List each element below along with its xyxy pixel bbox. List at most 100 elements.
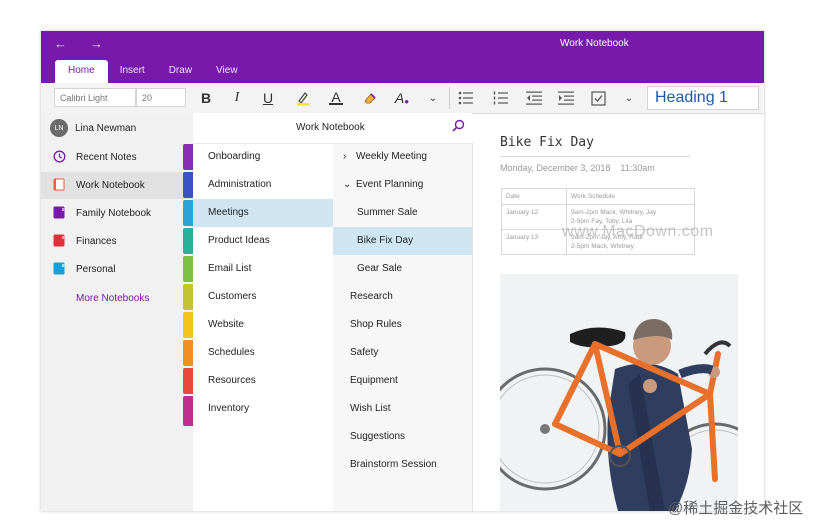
bike-photo[interactable] [500, 274, 738, 511]
chevron-down-icon[interactable]: ⌄ [422, 87, 444, 109]
page-item-summer-sale[interactable]: Summer Sale [333, 199, 472, 227]
italic-button[interactable]: I [226, 87, 248, 109]
page-item-research[interactable]: Research [333, 283, 472, 311]
page-date: Monday, December 3, 2018 [500, 163, 611, 173]
section-color-tab[interactable] [183, 200, 193, 226]
checkbox-tag-icon[interactable] [587, 87, 609, 109]
notebook-icon [51, 234, 67, 250]
user-row[interactable]: LN Lina Newman [41, 113, 193, 143]
font-size-field[interactable]: 20 [136, 88, 186, 107]
underline-button[interactable]: U [257, 87, 279, 109]
page-item-shop-rules[interactable]: Shop Rules [333, 311, 472, 339]
font-color-bar [329, 103, 343, 105]
increase-indent-icon[interactable] [555, 87, 577, 109]
section-item-schedules[interactable]: Schedules [193, 339, 333, 367]
notebook-pane-header: Work Notebook [193, 113, 472, 144]
tab-home[interactable]: Home [55, 60, 108, 83]
page-item-equipment[interactable]: Equipment [333, 367, 472, 395]
notebook-item-work-notebook[interactable]: Work Notebook [41, 172, 193, 199]
page-label: Event Planning [356, 179, 424, 190]
table-cell[interactable]: January 12 [501, 204, 567, 230]
page-item-safety[interactable]: Safety [333, 339, 472, 367]
tab-view[interactable]: View [204, 60, 250, 83]
tab-draw[interactable]: Draw [157, 60, 204, 83]
notebooks-pane: LN Lina Newman Recent Notes Work Noteboo… [41, 113, 193, 511]
title-underline [500, 156, 690, 157]
text-style-button[interactable]: A ● [391, 87, 413, 109]
onenote-window: ← → Work Notebook Home Insert Draw View … [41, 31, 764, 511]
corner-watermark: @稀土掘金技术社区 [668, 500, 804, 517]
section-item-email-list[interactable]: Email List [193, 255, 333, 283]
table-header: Work Schedule [566, 188, 695, 205]
page-item-weekly-meeting[interactable]: › Weekly Meeting [333, 143, 472, 171]
notebook-item-personal[interactable]: Personal [41, 256, 193, 283]
font-color-glyph: A [331, 89, 341, 105]
table-header-row: Date Work Schedule [501, 188, 695, 205]
notebook-label: Finances [76, 236, 117, 247]
notebook-item-family-notebook[interactable]: Family Notebook [41, 200, 193, 227]
section-color-tab[interactable] [183, 284, 193, 310]
section-color-tab[interactable] [183, 144, 193, 170]
page-item-event-planning[interactable]: ⌄ Event Planning [333, 171, 472, 199]
bold-button[interactable]: B [195, 87, 217, 109]
section-item-resources[interactable]: Resources [193, 367, 333, 395]
notebook-label: Recent Notes [76, 152, 137, 163]
cell-line: 2-5pm Mack, Whitney [571, 243, 634, 250]
page-item-suggestions[interactable]: Suggestions [333, 423, 472, 451]
notebook-pane-title: Work Notebook [296, 122, 365, 133]
window-title: Work Notebook [560, 38, 629, 49]
text-effect-icon: ● [404, 96, 410, 106]
style-selector[interactable]: Heading 1 [647, 86, 759, 110]
page-label: Weekly Meeting [356, 151, 427, 162]
table-cell[interactable]: January 13 [501, 229, 567, 255]
section-color-tab[interactable] [183, 256, 193, 282]
notebook-icon [51, 206, 67, 222]
table-header: Date [501, 188, 567, 205]
clock-icon [51, 150, 67, 166]
notebook-label: Work Notebook [76, 180, 145, 191]
notebook-label: Personal [76, 264, 116, 275]
section-color-tab[interactable] [183, 228, 193, 254]
search-icon[interactable] [452, 119, 465, 135]
section-item-customers[interactable]: Customers [193, 283, 333, 311]
chevron-down-icon[interactable]: ⌄ [343, 171, 356, 199]
section-item-onboarding[interactable]: Onboarding [193, 143, 333, 171]
section-item-administration[interactable]: Administration [193, 171, 333, 199]
section-color-tab[interactable] [183, 396, 193, 426]
page-item-gear-sale[interactable]: Gear Sale [333, 255, 472, 283]
page-item-brainstorm-session[interactable]: Brainstorm Session [333, 451, 472, 479]
page-datetime: Monday, December 3, 2018 11:30am [500, 163, 655, 173]
tab-insert[interactable]: Insert [108, 60, 157, 83]
section-color-tab[interactable] [183, 312, 193, 338]
section-color-tab[interactable] [183, 172, 193, 198]
notebook-item-finances[interactable]: Finances [41, 228, 193, 255]
section-color-tab[interactable] [183, 368, 193, 394]
user-name: Lina Newman [75, 122, 137, 134]
chevron-right-icon[interactable]: › [343, 143, 356, 171]
forward-arrow-icon[interactable]: → [90, 36, 103, 51]
more-notebooks-link[interactable]: More Notebooks [76, 293, 149, 304]
schedule-table[interactable]: Date Work Schedule January 12 9am-2pm Ma… [501, 188, 695, 255]
back-arrow-icon[interactable]: ← [54, 36, 67, 51]
bullet-list-icon[interactable] [455, 87, 477, 109]
decrease-indent-icon[interactable] [523, 87, 545, 109]
clear-format-icon[interactable] [359, 87, 381, 109]
section-item-website[interactable]: Website [193, 311, 333, 339]
font-color-button[interactable]: A [325, 87, 347, 109]
ribbon-divider [449, 87, 450, 109]
numbered-list-icon[interactable] [490, 87, 512, 109]
page-title[interactable]: Bike Fix Day [500, 135, 594, 150]
highlighter-icon[interactable] [292, 87, 314, 109]
ribbon-toolbar: Calibri Light 20 B I U A A ● ⌄ ⌄ Heading… [41, 83, 764, 114]
cell-line: 9am-2pm Mack, Whitney, Jay [571, 209, 657, 216]
ribbon-tabs: Home Insert Draw View [55, 60, 250, 83]
section-item-product-ideas[interactable]: Product Ideas [193, 227, 333, 255]
section-item-inventory[interactable]: Inventory [193, 395, 333, 423]
page-item-bike-fix-day[interactable]: Bike Fix Day [333, 227, 472, 255]
notebook-item-recent-notes[interactable]: Recent Notes [41, 144, 193, 171]
chevron-down-icon[interactable]: ⌄ [618, 87, 640, 109]
page-item-wish-list[interactable]: Wish List [333, 395, 472, 423]
section-color-tab[interactable] [183, 340, 193, 366]
font-name-field[interactable]: Calibri Light [54, 88, 136, 107]
section-item-meetings[interactable]: Meetings [193, 199, 333, 227]
